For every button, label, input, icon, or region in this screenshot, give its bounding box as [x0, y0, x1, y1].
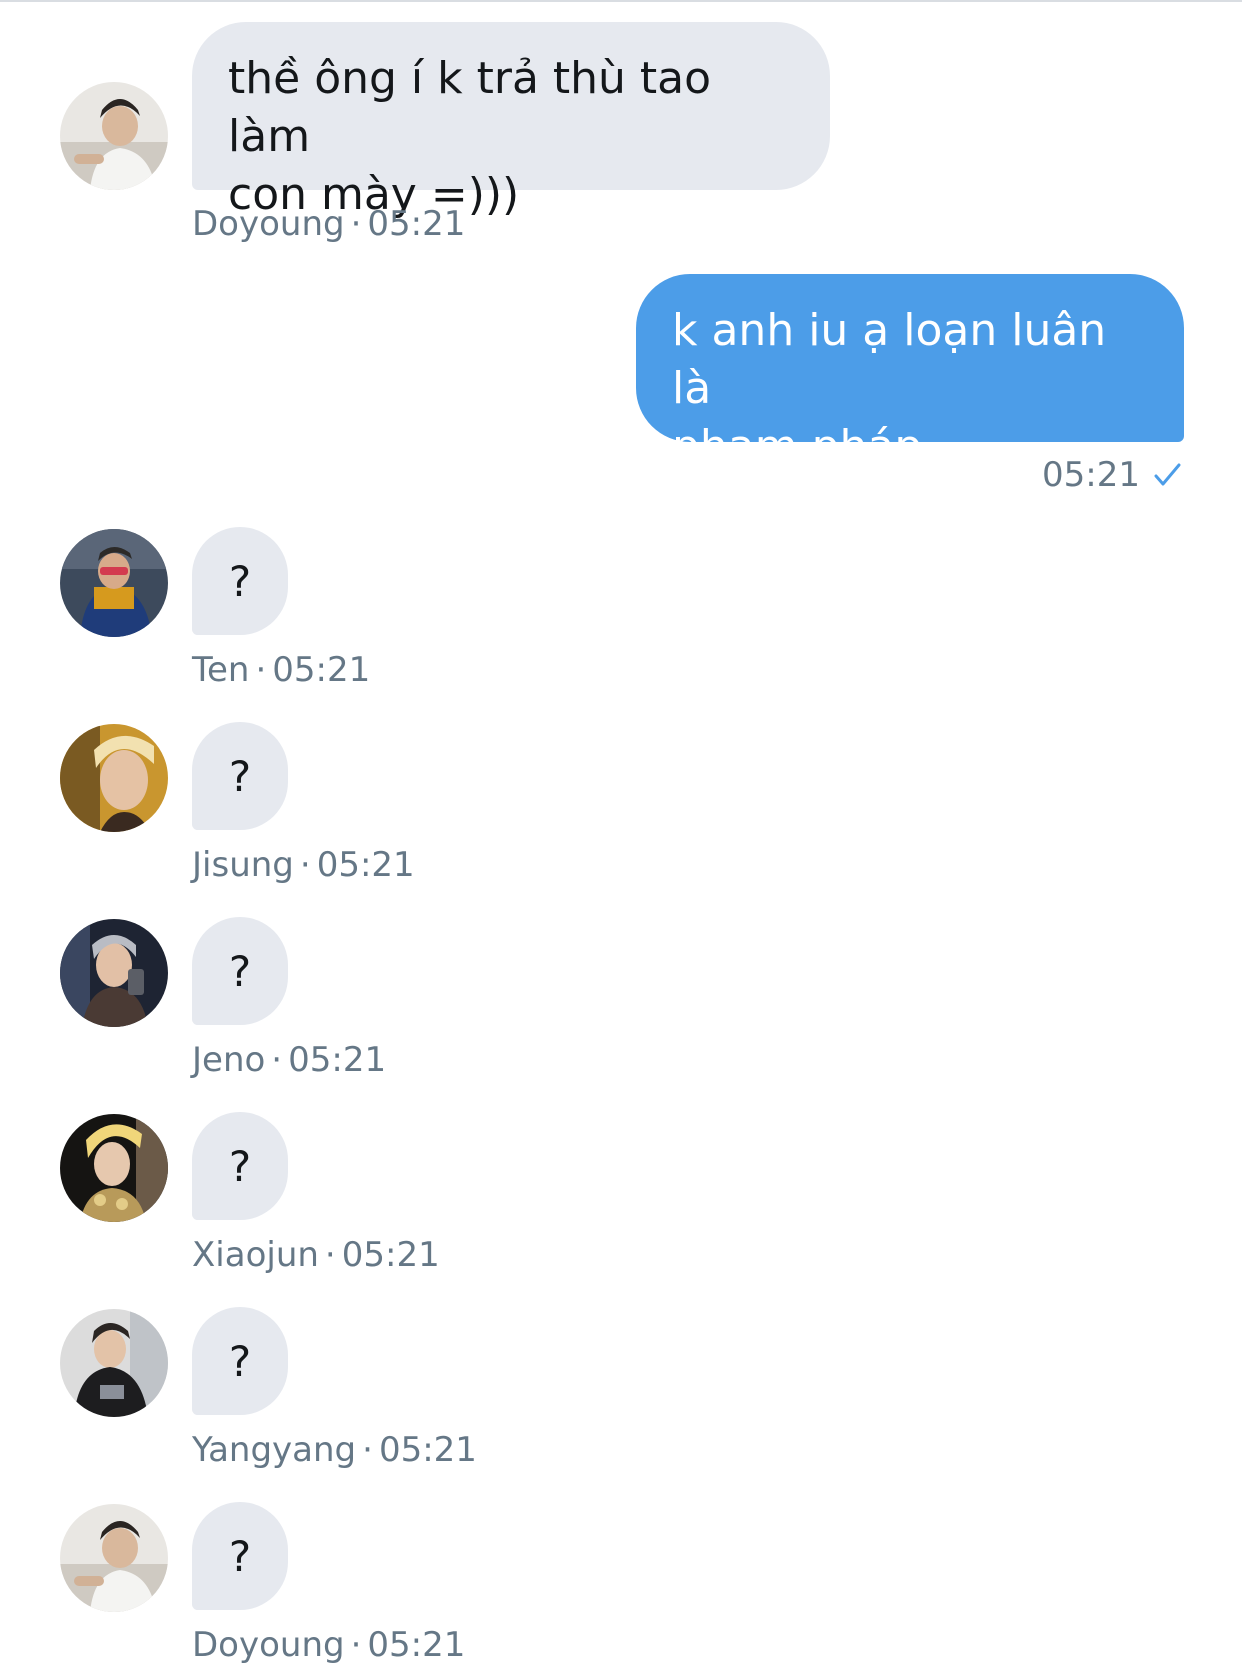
timestamp: 05:21: [272, 650, 371, 690]
message-bubble[interactable]: ?: [192, 917, 288, 1025]
timestamp: 05:21: [367, 1625, 466, 1665]
avatar-ten: [60, 529, 168, 637]
message-bubble[interactable]: ?: [192, 1307, 288, 1415]
message-text: ?: [228, 946, 252, 996]
outgoing-meta: 05:21: [1042, 455, 1182, 495]
message-meta: Yangyang · 05:21: [192, 1430, 477, 1470]
avatar-jeno: [60, 919, 168, 1027]
sender-name[interactable]: Jeno: [192, 1040, 265, 1080]
sender-name[interactable]: Xiaojun: [192, 1235, 319, 1275]
sender-name[interactable]: Doyoung: [192, 1625, 345, 1665]
message-meta: Doyoung · 05:21: [192, 1625, 465, 1665]
avatar[interactable]: [60, 919, 168, 1027]
avatar[interactable]: [60, 724, 168, 832]
avatar[interactable]: [60, 82, 168, 190]
avatar-jisung: [60, 724, 168, 832]
timestamp: 05:21: [316, 845, 415, 885]
check-icon: [1154, 463, 1181, 486]
separator: ·: [350, 1625, 362, 1665]
message-bubble[interactable]: ?: [192, 527, 288, 635]
message-bubble[interactable]: ?: [192, 722, 288, 830]
avatar-xiaojun: [60, 1114, 168, 1222]
message-text: ?: [228, 1336, 252, 1386]
separator: ·: [271, 1040, 283, 1080]
avatar-doyoung: [60, 82, 168, 190]
separator: ·: [350, 204, 362, 244]
timestamp: 05:21: [1042, 455, 1140, 495]
message-bubble[interactable]: ?: [192, 1502, 288, 1610]
avatar[interactable]: [60, 1114, 168, 1222]
timestamp: 05:21: [288, 1040, 387, 1080]
message-text: ?: [228, 556, 252, 606]
timestamp: 05:21: [378, 1430, 477, 1470]
sender-name[interactable]: Jisung: [192, 845, 294, 885]
message-meta: Jisung · 05:21: [192, 845, 415, 885]
sender-name[interactable]: Doyoung: [192, 204, 345, 244]
avatar[interactable]: [60, 529, 168, 637]
message-text: ?: [228, 1141, 252, 1191]
separator: ·: [255, 650, 267, 690]
message-meta: Jeno · 05:21: [192, 1040, 386, 1080]
separator: ·: [362, 1430, 373, 1470]
sender-name[interactable]: Ten: [192, 650, 249, 690]
sender-name[interactable]: Yangyang: [192, 1430, 356, 1470]
avatar-doyoung: [60, 1504, 168, 1612]
message-text: ?: [228, 751, 252, 801]
message-meta: Doyoung · 05:21: [192, 204, 465, 244]
message-meta: Xiaojun · 05:21: [192, 1235, 440, 1275]
timestamp: 05:21: [367, 204, 466, 244]
avatar[interactable]: [60, 1309, 168, 1417]
outgoing-message-bubble[interactable]: k anh iu ạ loạn luân là phạm pháp: [636, 274, 1184, 472]
top-divider: [0, 0, 1242, 2]
message-text: ?: [228, 1531, 252, 1581]
timestamp: 05:21: [341, 1235, 440, 1275]
message-bubble[interactable]: thề ông í k trả thù tao làm con mày =))): [192, 22, 830, 220]
message-text: thề ông í k trả thù tao làm con mày =))): [228, 53, 712, 220]
avatar[interactable]: [60, 1504, 168, 1612]
separator: ·: [324, 1235, 336, 1275]
avatar-yangyang: [60, 1309, 168, 1417]
message-text: k anh iu ạ loạn luân là phạm pháp: [672, 305, 1107, 472]
message-meta: Ten · 05:21: [192, 650, 370, 690]
message-bubble[interactable]: ?: [192, 1112, 288, 1220]
separator: ·: [299, 845, 311, 885]
